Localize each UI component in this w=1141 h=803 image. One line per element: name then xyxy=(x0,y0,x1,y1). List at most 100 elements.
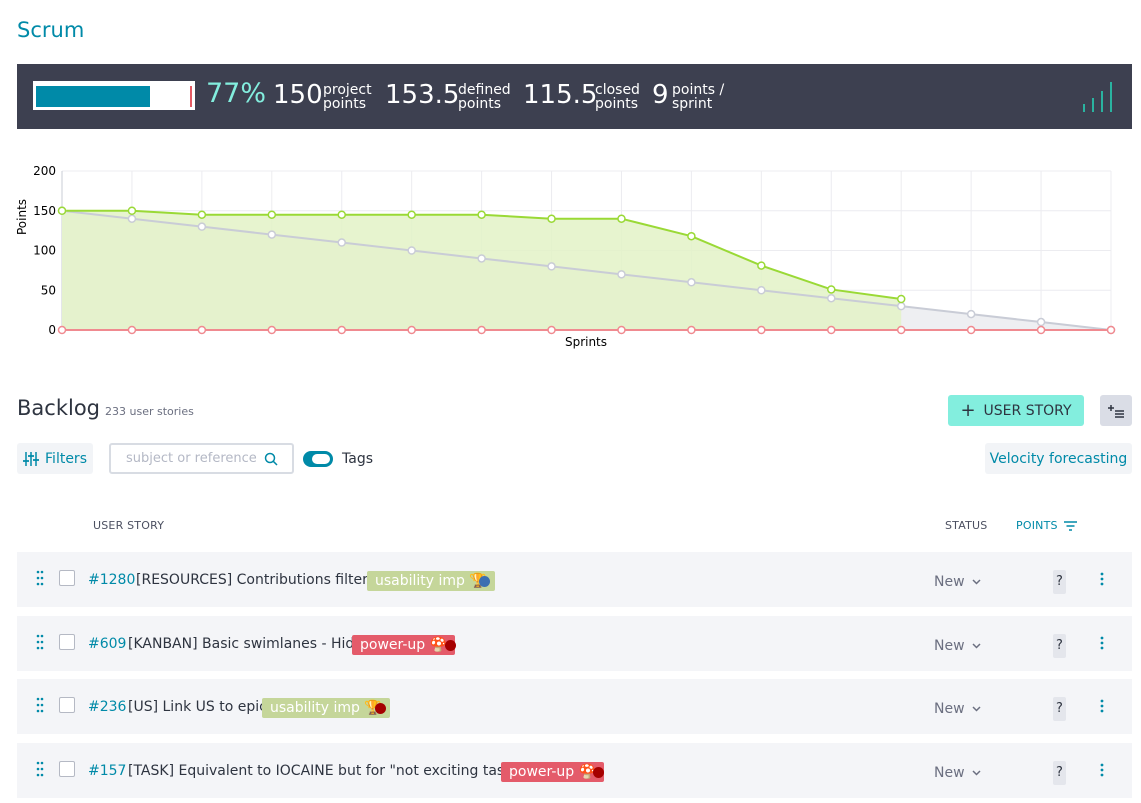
bulk-add-icon xyxy=(1108,404,1124,418)
chart-y-tick-label: 0 xyxy=(48,323,56,337)
chart-point[interactable] xyxy=(337,238,346,247)
chart-point[interactable] xyxy=(1106,325,1116,335)
chart-point[interactable] xyxy=(896,301,906,311)
status-dropdown[interactable]: New xyxy=(934,574,981,590)
backlog-row[interactable]: #609 [KANBAN] Basic swimlanes - Hide power… xyxy=(17,616,1132,671)
chart-point[interactable] xyxy=(407,210,416,219)
chart-point[interactable] xyxy=(617,325,626,335)
chart-point[interactable] xyxy=(267,210,277,219)
user-story-ref[interactable]: #157 xyxy=(88,763,126,779)
chart-point[interactable] xyxy=(267,325,277,335)
assignee-dot xyxy=(593,767,604,778)
chart-point[interactable] xyxy=(477,254,486,263)
row-checkbox[interactable] xyxy=(59,761,75,777)
chart-y-tick-label: 100 xyxy=(33,244,56,258)
drag-handle-icon[interactable] xyxy=(36,697,44,713)
points-value[interactable]: ? xyxy=(1053,634,1066,658)
chart-point[interactable] xyxy=(547,325,556,335)
row-checkbox[interactable] xyxy=(59,634,75,650)
chart-point[interactable] xyxy=(267,230,277,239)
chart-point[interactable] xyxy=(687,325,696,335)
chart-point[interactable] xyxy=(966,325,976,335)
chart-point[interactable] xyxy=(827,325,836,335)
points-value[interactable]: ? xyxy=(1053,697,1066,721)
status-dropdown[interactable]: New xyxy=(934,765,981,781)
velocity-label-1: points / xyxy=(672,82,725,98)
chart-point[interactable] xyxy=(337,210,346,219)
user-story-subject[interactable]: [US] Link US to epic xyxy=(128,699,267,715)
user-story-subject[interactable]: [TASK] Equivalent to IOCAINE but for "no… xyxy=(128,763,526,779)
more-options-icon[interactable] xyxy=(1100,636,1104,650)
points-value[interactable]: ? xyxy=(1053,570,1066,594)
velocity-forecasting-button[interactable]: Velocity forecasting xyxy=(985,443,1132,474)
progress-bar-marker xyxy=(190,86,192,107)
chart-point[interactable] xyxy=(197,210,207,219)
status-dropdown[interactable]: New xyxy=(934,638,981,654)
chevron-down-icon xyxy=(972,579,981,585)
chart-point[interactable] xyxy=(1036,317,1046,327)
filters-button[interactable]: Filters xyxy=(17,443,93,474)
chart-point[interactable] xyxy=(547,214,556,223)
filters-label: Filters xyxy=(45,450,87,467)
chart-point[interactable] xyxy=(827,285,836,294)
chart-point[interactable] xyxy=(757,325,766,335)
drag-handle-icon[interactable] xyxy=(36,570,44,586)
user-story-ref[interactable]: #609 xyxy=(88,636,126,652)
velocity-value: 9 xyxy=(652,80,669,110)
drag-handle-icon[interactable] xyxy=(36,761,44,777)
search-icon[interactable] xyxy=(264,452,278,466)
bulk-add-button[interactable] xyxy=(1100,395,1132,426)
chart-point[interactable] xyxy=(617,270,626,279)
search-box[interactable] xyxy=(109,443,294,474)
chart-point[interactable] xyxy=(827,293,836,303)
user-story-ref[interactable]: #236 xyxy=(88,699,126,715)
chart-point[interactable] xyxy=(1036,325,1046,335)
backlog-row[interactable]: #157 [TASK] Equivalent to IOCAINE but for… xyxy=(17,743,1132,798)
chart-point[interactable] xyxy=(896,325,906,335)
add-user-story-button[interactable]: + USER STORY xyxy=(948,395,1084,426)
chart-point[interactable] xyxy=(127,214,137,223)
sort-icon xyxy=(1063,520,1077,531)
chart-point[interactable] xyxy=(197,325,207,335)
tags-toggle[interactable] xyxy=(303,451,333,467)
backlog-row[interactable]: #1280 [RESOURCES] Contributions filters us… xyxy=(17,552,1132,607)
chart-point[interactable] xyxy=(337,325,346,335)
status-dropdown[interactable]: New xyxy=(934,701,981,717)
more-options-icon[interactable] xyxy=(1100,572,1104,586)
row-checkbox[interactable] xyxy=(59,697,75,713)
drag-handle-icon[interactable] xyxy=(36,634,44,650)
chart-point[interactable] xyxy=(966,309,976,319)
chart-point[interactable] xyxy=(757,261,766,270)
assignee-dot xyxy=(479,576,490,587)
user-story-subject[interactable]: [KANBAN] Basic swimlanes - Hide xyxy=(128,636,363,652)
progress-bar xyxy=(33,81,195,110)
user-story-tag: usability imp 🏆 xyxy=(367,571,495,591)
chart-point[interactable] xyxy=(127,325,137,335)
points-value[interactable]: ? xyxy=(1053,761,1066,785)
chart-point[interactable] xyxy=(687,231,696,241)
backlog-row[interactable]: #236 [US] Link US to epic usability imp 🏆 N… xyxy=(17,679,1132,734)
chart-point[interactable] xyxy=(127,206,137,215)
chart-point[interactable] xyxy=(757,286,766,295)
chart-point[interactable] xyxy=(407,325,416,335)
chart-point[interactable] xyxy=(407,246,416,255)
search-input[interactable] xyxy=(126,451,261,466)
chart-point[interactable] xyxy=(547,262,556,271)
burndown-chart: 0 50 100 150 200 Sprints Points xyxy=(15,164,1116,349)
chart-x-axis-label: Sprints xyxy=(565,335,607,349)
column-header-points[interactable]: POINTS xyxy=(1016,519,1077,532)
chart-point[interactable] xyxy=(477,210,486,219)
more-options-icon[interactable] xyxy=(1100,699,1104,713)
user-story-subject[interactable]: [RESOURCES] Contributions filters xyxy=(136,572,375,588)
more-options-icon[interactable] xyxy=(1100,763,1104,777)
chart-point[interactable] xyxy=(896,294,906,304)
row-checkbox[interactable] xyxy=(59,570,75,586)
chart-point[interactable] xyxy=(57,206,67,215)
chart-point[interactable] xyxy=(197,222,207,231)
chart-point[interactable] xyxy=(57,325,67,335)
user-story-ref[interactable]: #1280 xyxy=(88,572,135,588)
velocity-bars-icon[interactable] xyxy=(1082,82,1116,112)
chart-point[interactable] xyxy=(477,325,486,335)
chart-point[interactable] xyxy=(687,278,696,287)
chart-point[interactable] xyxy=(617,214,626,223)
